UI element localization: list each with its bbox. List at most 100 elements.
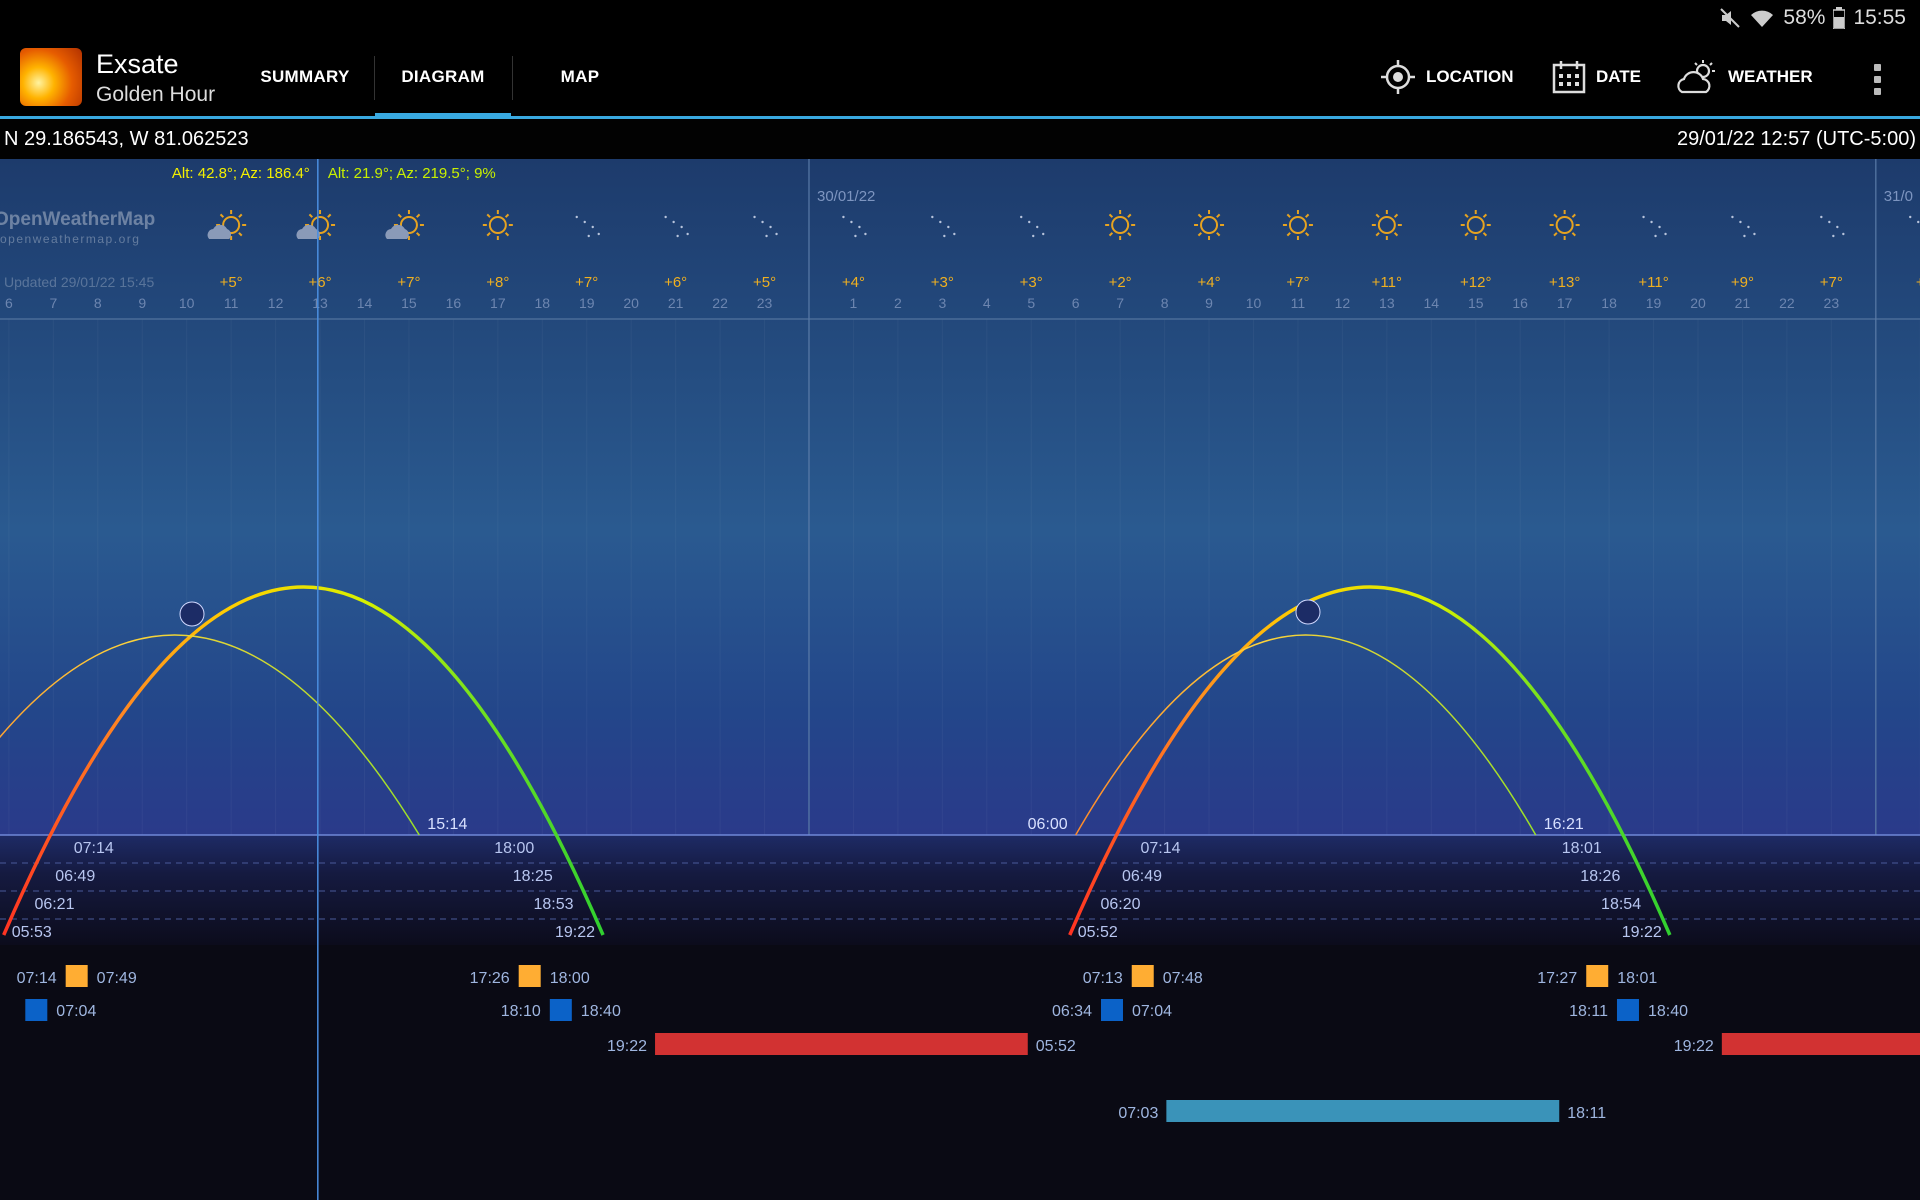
weather-button[interactable]: WEATHER bbox=[1676, 36, 1813, 118]
hour-label: 22 bbox=[1779, 295, 1795, 311]
moon-visible-start: 07:03 bbox=[1118, 1105, 1158, 1122]
battery-percent: 58% bbox=[1783, 6, 1826, 29]
hour-label: 3 bbox=[938, 295, 946, 311]
tab-map[interactable]: MAP bbox=[528, 36, 632, 118]
hour-label: 14 bbox=[357, 295, 373, 311]
golden-hour-end: 18:01 bbox=[1617, 970, 1657, 987]
event-time-label: 06:49 bbox=[1122, 868, 1162, 885]
blue-hour-start: 18:11 bbox=[1569, 1003, 1608, 1020]
event-time-label: 05:53 bbox=[12, 924, 52, 941]
forecast-temperature: +13° bbox=[1549, 274, 1580, 291]
hour-label: 14 bbox=[1424, 295, 1440, 311]
event-time-label: 07:14 bbox=[1141, 840, 1181, 857]
forecast-temperature: +4° bbox=[1197, 274, 1220, 291]
datetime-text[interactable]: 29/01/22 12:57 (UTC-5:00) bbox=[1677, 128, 1916, 151]
moon-visibility-bar[interactable] bbox=[1166, 1100, 1560, 1122]
weather-label: WEATHER bbox=[1728, 67, 1813, 86]
mute-icon bbox=[1720, 8, 1741, 28]
hour-label: 9 bbox=[1205, 295, 1213, 311]
forecast-temperature: + bbox=[1916, 274, 1920, 291]
weather-provider-url: openweathermap.org bbox=[0, 232, 140, 246]
event-time-label: 18:01 bbox=[1562, 840, 1602, 857]
app-subtitle: Golden Hour bbox=[96, 83, 216, 106]
hour-label: 23 bbox=[757, 295, 773, 311]
forecast-temperature: +9° bbox=[1731, 274, 1754, 291]
calendar-icon bbox=[1552, 61, 1586, 94]
tab-summary[interactable]: SUMMARY bbox=[244, 36, 366, 118]
weather-provider: OpenWeatherMap bbox=[0, 209, 155, 230]
moon-marker-icon[interactable] bbox=[179, 601, 205, 627]
hour-label: 19 bbox=[1646, 295, 1662, 311]
event-time-label: 06:49 bbox=[55, 868, 95, 885]
blue-hour-morning[interactable] bbox=[1100, 999, 1123, 1021]
hour-label: 8 bbox=[94, 295, 102, 311]
forecast-temperature: +2° bbox=[1109, 274, 1132, 291]
event-time-label: 18:54 bbox=[1601, 896, 1641, 913]
app-title: Exsate bbox=[96, 49, 179, 79]
blue-hour-evening[interactable] bbox=[1616, 999, 1639, 1021]
tab-diagram[interactable]: DIAGRAM bbox=[375, 36, 511, 120]
location-button[interactable]: LOCATION bbox=[1380, 36, 1514, 118]
hour-label: 15 bbox=[1468, 295, 1484, 311]
blue-hour-evening[interactable] bbox=[549, 999, 572, 1021]
night-bar[interactable] bbox=[1721, 1033, 1920, 1055]
forecast-temperature: +8° bbox=[486, 274, 509, 291]
hour-label: 7 bbox=[49, 295, 57, 311]
hour-label: 18 bbox=[1601, 295, 1617, 311]
hour-label: 9 bbox=[138, 295, 146, 311]
sun-moon-diagram[interactable]: OpenWeatherMap openweathermap.org Updated … bbox=[0, 159, 1920, 1200]
wifi-icon bbox=[1751, 10, 1774, 27]
golden-hour-evening[interactable] bbox=[1586, 965, 1609, 987]
hour-label: 16 bbox=[1512, 295, 1528, 311]
forecast-temperature: +3° bbox=[1020, 274, 1043, 291]
golden-hour-morning[interactable] bbox=[65, 965, 88, 987]
date-button[interactable]: DATE bbox=[1552, 36, 1641, 118]
event-time-label: 06:21 bbox=[34, 896, 74, 913]
hour-label: 21 bbox=[668, 295, 684, 311]
blue-hour-start: 18:10 bbox=[501, 1003, 541, 1020]
forecast-temperature: +4° bbox=[842, 274, 865, 291]
night-end: 05:52 bbox=[1036, 1038, 1076, 1055]
location-label: LOCATION bbox=[1426, 67, 1514, 86]
hour-label: 16 bbox=[446, 295, 462, 311]
status-bar: 58% 15:55 bbox=[0, 0, 1920, 36]
hour-label: 17 bbox=[490, 295, 506, 311]
moon-marker-icon[interactable] bbox=[1295, 599, 1321, 625]
hour-label: 12 bbox=[1335, 295, 1351, 311]
hour-label: 12 bbox=[268, 295, 284, 311]
event-time-label: 18:25 bbox=[513, 868, 553, 885]
hour-label: 13 bbox=[312, 295, 328, 311]
weather-date: 30/01/22 bbox=[817, 188, 875, 205]
hour-label: 22 bbox=[712, 295, 728, 311]
hour-label: 11 bbox=[1291, 295, 1306, 311]
hour-label: 2 bbox=[894, 295, 902, 311]
forecast-temperature: +7° bbox=[1286, 274, 1309, 291]
hour-label: 20 bbox=[1690, 295, 1706, 311]
golden-hour-evening[interactable] bbox=[518, 965, 541, 987]
golden-hour-morning[interactable] bbox=[1131, 965, 1154, 987]
hour-label: 23 bbox=[1824, 295, 1840, 311]
overflow-menu-icon[interactable] bbox=[1874, 64, 1882, 96]
cloud-sun-icon bbox=[1677, 60, 1715, 94]
forecast-temperature: +11° bbox=[1372, 274, 1402, 291]
cursor-sun-reading: Alt: 42.8°; Az: 186.4° bbox=[172, 165, 310, 182]
hour-label: 13 bbox=[1379, 295, 1395, 311]
night-bar[interactable] bbox=[655, 1033, 1028, 1055]
forecast-temperature: +7° bbox=[1820, 274, 1843, 291]
date-label: DATE bbox=[1596, 67, 1642, 86]
night-start: 19:22 bbox=[1674, 1038, 1714, 1055]
moonset-label: 15:14 bbox=[427, 816, 467, 833]
forecast-temperature: +3° bbox=[931, 274, 954, 291]
hour-label: 6 bbox=[5, 295, 13, 311]
moonset-label: 16:21 bbox=[1544, 816, 1584, 833]
hour-label: 8 bbox=[1161, 295, 1169, 311]
blue-hour-morning[interactable] bbox=[25, 999, 48, 1021]
hour-label: 7 bbox=[1116, 295, 1124, 311]
hour-label: 10 bbox=[179, 295, 195, 311]
cursor-moon-reading: Alt: 21.9°; Az: 219.5°; 9% bbox=[328, 165, 496, 182]
golden-hour-start: 07:13 bbox=[1083, 970, 1123, 987]
hour-label: 17 bbox=[1557, 295, 1573, 311]
hour-label: 5 bbox=[1027, 295, 1035, 311]
golden-hour-end: 07:49 bbox=[97, 970, 137, 987]
hour-label: 6 bbox=[1072, 295, 1080, 311]
